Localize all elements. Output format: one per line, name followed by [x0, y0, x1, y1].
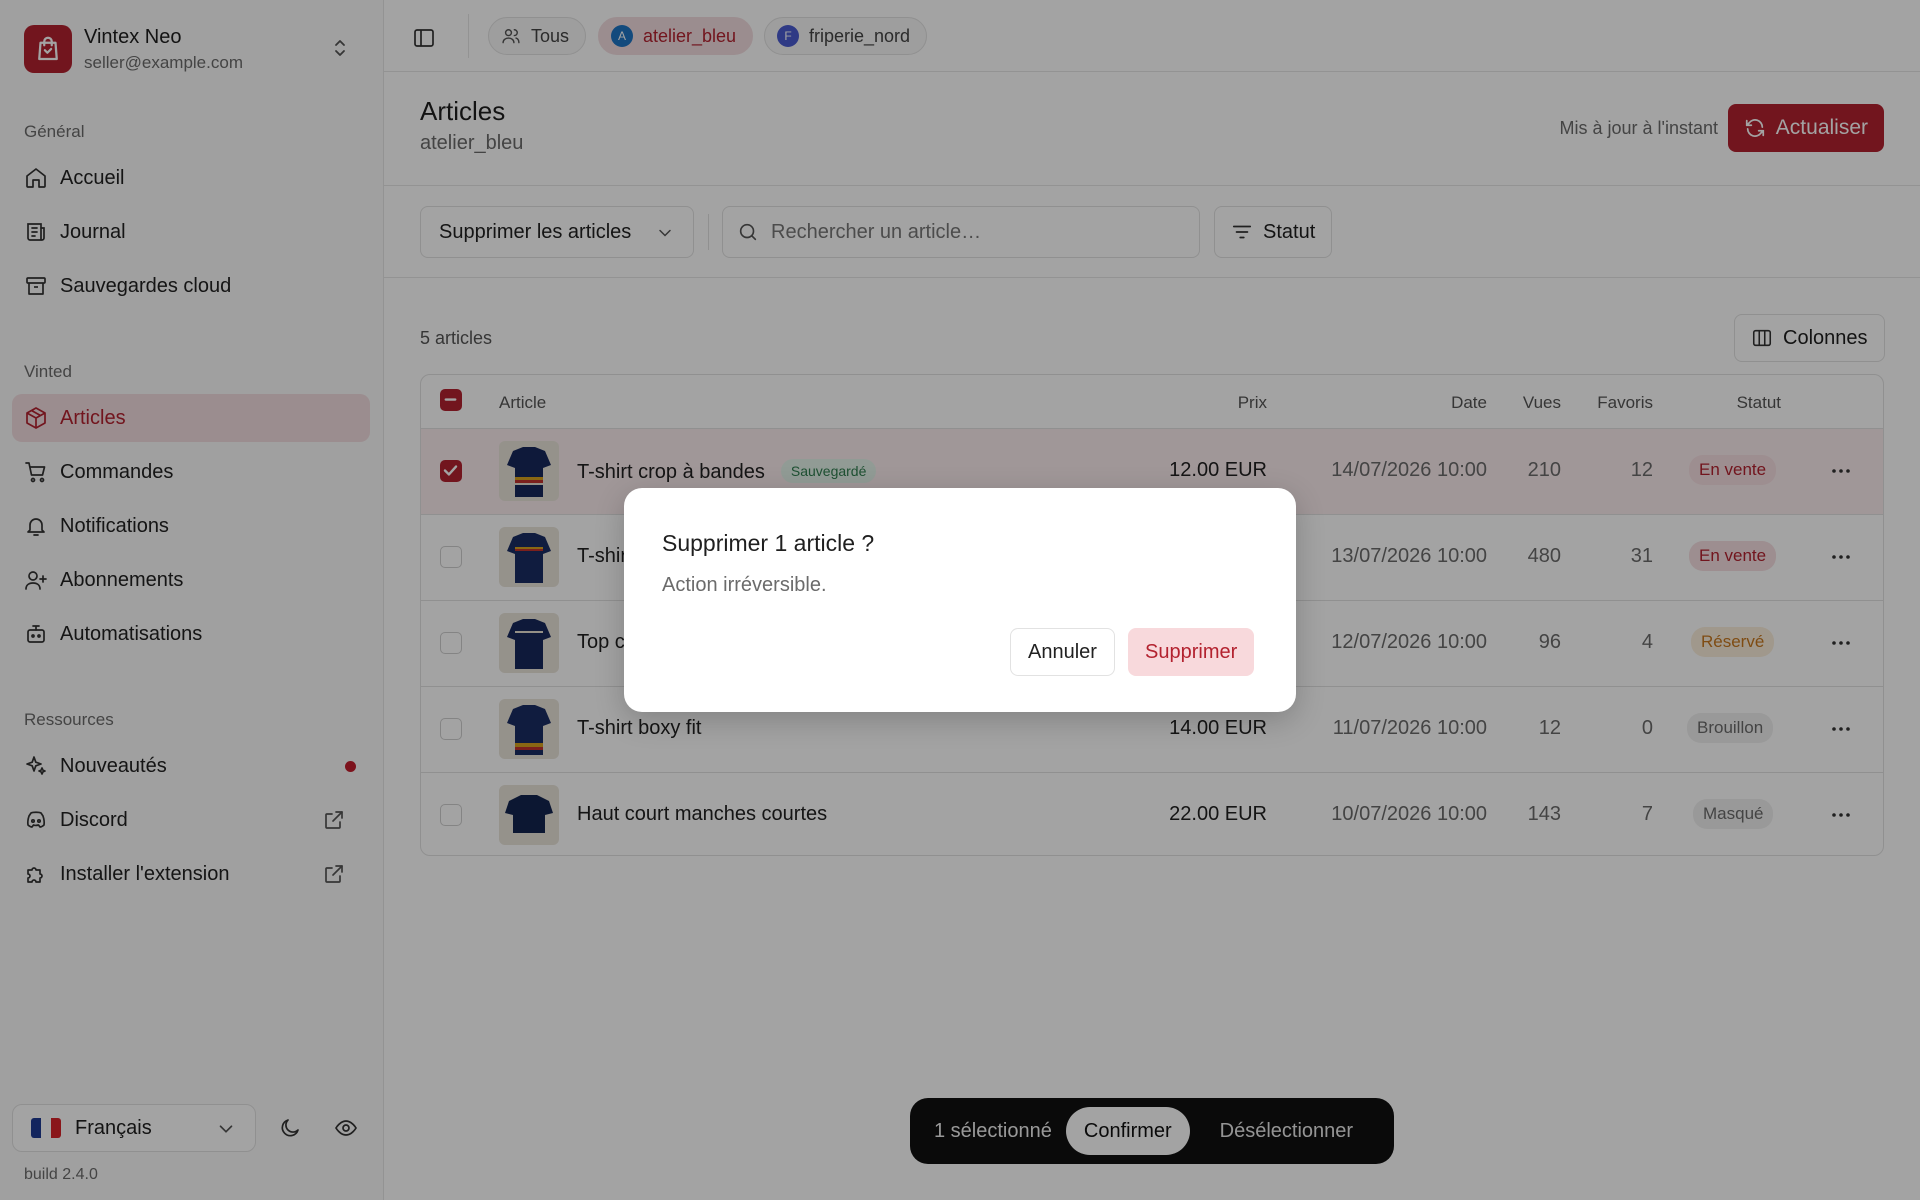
delete-confirm-dialog: Supprimer 1 article ? Action irréversibl…: [624, 488, 1296, 712]
cancel-button[interactable]: Annuler: [1010, 628, 1115, 676]
dialog-description: Action irréversible.: [662, 574, 827, 596]
delete-button[interactable]: Supprimer: [1128, 628, 1255, 676]
dialog-title: Supprimer 1 article ?: [662, 530, 875, 556]
